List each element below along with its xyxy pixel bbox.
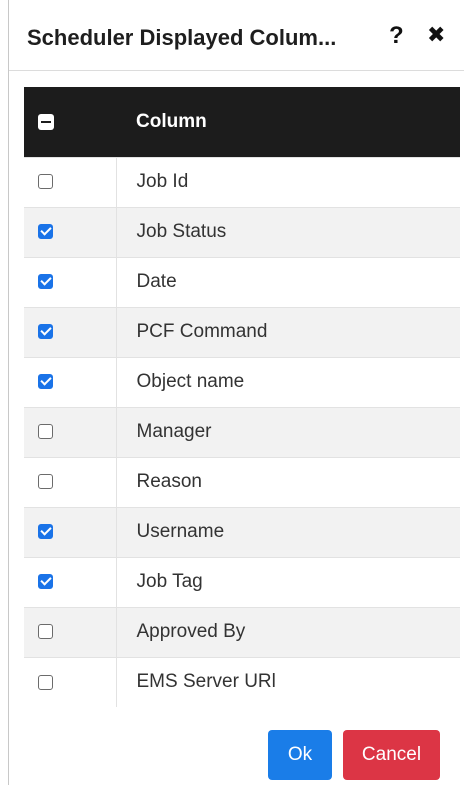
row-column-label: PCF Command [136,321,268,342]
row-checkbox[interactable] [38,574,53,590]
row-checkbox-cell [24,456,117,507]
table-body: Job Id Job Status Date PCF Command Object na… [24,156,460,707]
row-column-cell: PCF Command [116,306,460,357]
row-checkbox[interactable] [38,624,53,640]
row-column-cell: Approved By [116,606,460,657]
row-checkbox-cell [24,256,117,307]
row-checkbox[interactable] [38,674,53,690]
row-checkbox-cell [24,156,117,207]
table-row: Manager [24,406,460,457]
row-column-cell: EMS Server URl [116,656,460,707]
row-checkbox-cell [24,556,117,607]
row-column-label: Date [136,271,177,292]
table-row: Reason [24,456,460,507]
row-column-cell: Date [116,256,460,307]
table-row: PCF Command [24,306,460,357]
row-column-label: Job Status [136,221,227,242]
columns-dialog: Scheduler Displayed Colum... ? ✖ Column … [8,0,464,785]
row-column-cell: Manager [116,406,460,457]
row-column-label: Username [136,521,225,542]
table-row: Username [24,506,460,557]
table-row: Job Tag [24,556,460,607]
table-row: Object name [24,356,460,407]
row-checkbox-cell [24,506,117,557]
ok-button[interactable]: Ok [268,730,332,780]
row-checkbox[interactable] [38,174,53,190]
row-column-label: Object name [136,371,245,392]
row-column-cell: Username [116,506,460,557]
column-header: Column [116,87,460,157]
select-all-cell [24,87,116,157]
row-checkbox-cell [24,206,117,257]
column-header-label: Column [136,110,207,132]
row-checkbox-cell [24,356,117,407]
row-checkbox-cell [24,306,117,357]
table-row: Approved By [24,606,460,657]
dialog-title: Scheduler Displayed Colum... [27,25,337,50]
row-checkbox[interactable] [38,274,53,290]
dialog-titlebar: Scheduler Displayed Colum... ? ✖ [9,0,464,71]
close-icon[interactable]: ✖ [427,22,445,48]
table-row: Job Id [24,156,460,207]
table-row: Date [24,256,460,307]
row-column-cell: Job Tag [116,556,460,607]
row-column-cell: Job Status [116,206,460,257]
row-checkbox-cell [24,406,117,457]
row-checkbox[interactable] [38,524,53,540]
row-checkbox[interactable] [38,474,53,490]
columns-table: Column Job Id Job Status Date PCF Command Ob… [24,87,460,707]
row-checkbox[interactable] [38,424,53,440]
table-row: Job Status [24,206,460,257]
help-icon[interactable]: ? [389,22,404,50]
row-checkbox[interactable] [38,374,53,390]
row-column-cell: Reason [116,456,460,507]
cancel-button[interactable]: Cancel [343,730,440,780]
select-all-checkbox[interactable] [38,113,54,130]
row-checkbox[interactable] [38,224,53,240]
row-column-cell: Job Id [116,156,460,207]
row-column-label: Approved By [136,621,246,642]
columns-table-container: Column Job Id Job Status Date PCF Command Ob… [24,87,460,707]
table-header-row: Column [24,87,460,157]
row-column-label: Reason [136,471,203,492]
row-column-label: EMS Server URl [136,671,276,693]
row-checkbox-cell [24,656,117,707]
row-checkbox-cell [24,606,117,657]
row-checkbox[interactable] [38,324,53,340]
row-column-label: Job Id [136,171,189,192]
row-column-cell: Object name [116,356,460,407]
row-column-label: Job Tag [136,571,203,592]
table-row: EMS Server URl [24,656,460,707]
row-column-label: Manager [136,421,212,442]
